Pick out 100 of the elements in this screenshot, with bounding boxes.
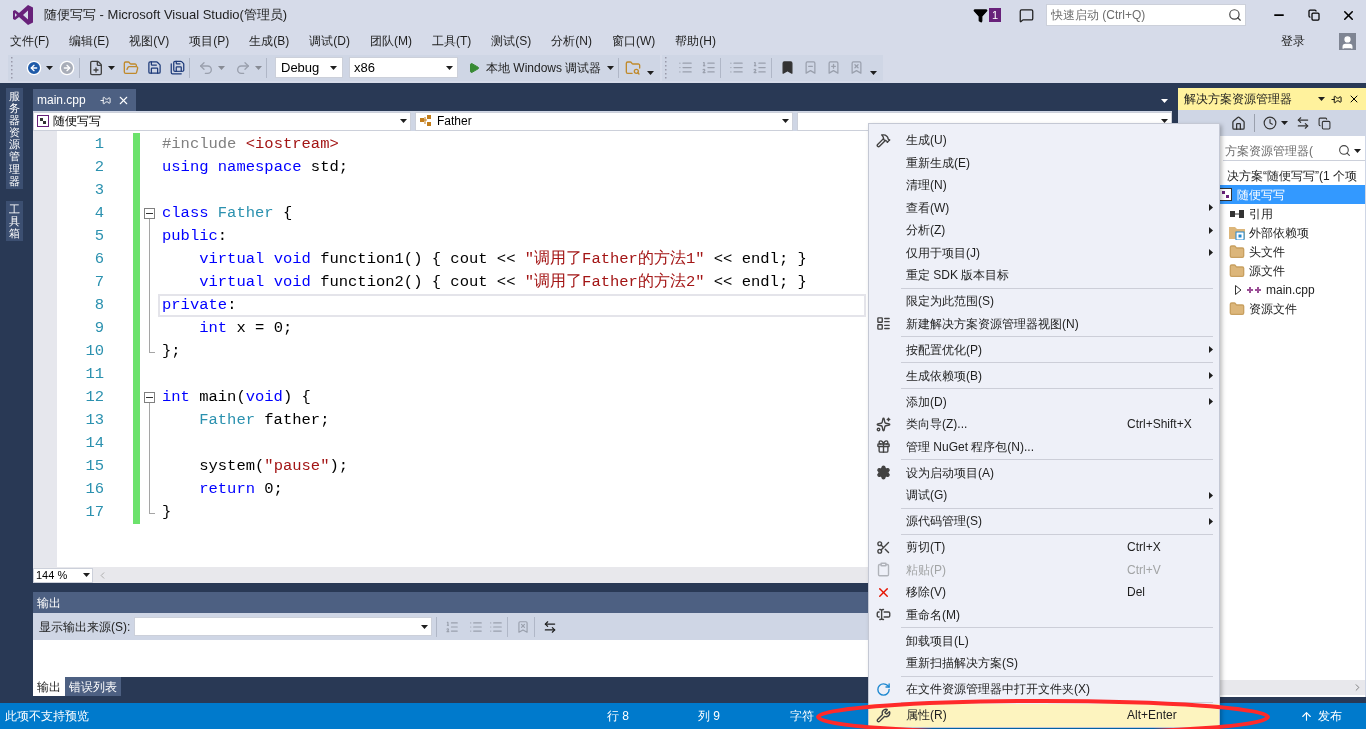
menu-item[interactable]: 剪切(T) Ctrl+X [869,536,1219,559]
caret-icon[interactable] [1161,99,1168,103]
caret-icon[interactable] [647,70,655,75]
column-indicator: 列 9 [698,708,721,725]
menu-item[interactable]: 移除(V) Del [869,581,1219,604]
zoom-dropdown[interactable]: 144 % [33,567,93,583]
caret-icon[interactable] [607,65,615,70]
code-line: }; [162,340,181,362]
search-field[interactable]: 方案资源管理器( [1223,141,1365,161]
menu-item[interactable]: 文件(F) [0,31,60,51]
pin-icon[interactable] [1331,93,1342,105]
caret-icon[interactable] [1281,121,1288,125]
collapse-icon[interactable] [143,392,155,403]
back-icon[interactable] [26,59,42,76]
caret-icon[interactable] [83,573,90,577]
menu-item[interactable]: 重命名(M) [869,603,1219,626]
caret-icon[interactable] [870,70,878,75]
code-line: virtual void function1() { cout << "调用了Father的方法1" << endl; } [198,248,807,270]
close-icon[interactable] [1348,93,1360,105]
menu-item[interactable]: 重新扫描解决方案(S) [869,652,1219,675]
publish-icon[interactable] [1300,709,1313,723]
collapse-icon[interactable] [143,208,155,219]
home-icon[interactable] [1231,115,1246,131]
menu-item[interactable]: 添加(D) [869,390,1219,413]
expand-arrow-icon[interactable] [1234,284,1242,295]
quick-launch-field[interactable]: 快速启动 (Ctrl+Q) [1046,4,1246,26]
menu-item[interactable]: 设为启动项目(A) [869,461,1219,484]
folder-icon [1229,243,1245,260]
menu-item[interactable]: 生成(U) [869,129,1219,152]
submenu-arrow-icon [1209,249,1213,257]
submenu-arrow-icon [1209,491,1213,499]
save-all-icon[interactable] [170,60,185,75]
menu-item[interactable]: 生成依赖项(B) [869,364,1219,387]
menu-item[interactable]: 测试(S) [481,31,542,51]
save-icon[interactable] [147,60,162,75]
start-debugging-button[interactable]: 本地 Windows 调试器 [468,58,602,77]
window-title: 随便写写 - Microsoft Visual Studio(管理员) [44,6,288,25]
caret-icon[interactable] [400,119,407,123]
feedback-icon[interactable] [1019,7,1034,23]
caret-icon[interactable] [421,624,429,629]
menu-item[interactable]: 视图(V) [119,31,180,51]
menu-item[interactable]: 按配置优化(P) [869,338,1219,361]
menu-item[interactable]: 重新生成(E) [869,151,1219,174]
caret-icon[interactable] [108,65,115,70]
history-icon[interactable] [1263,116,1277,130]
menu-item[interactable]: 项目(P) [179,31,240,51]
filter-icon[interactable] [972,7,988,23]
folder-icon [1229,300,1245,317]
restore-icon[interactable] [1308,9,1320,21]
menu-item[interactable]: 管理 NuGet 程序包(N)... [869,435,1219,458]
caret-icon[interactable] [1354,149,1361,153]
menu-item[interactable]: 在文件资源管理器中打开文件夹(X) [869,678,1219,701]
menu-item[interactable]: 类向导(Z)... Ctrl+Shift+X [869,413,1219,436]
caret-icon[interactable] [782,119,789,123]
collapse-all-icon[interactable] [1318,116,1331,130]
menu-item[interactable]: 调试(D) [299,31,360,51]
search-icon[interactable] [1228,8,1242,22]
menu-item[interactable]: 团队(M) [360,31,422,51]
menu-item[interactable]: 帮助(H) [665,31,726,51]
line-number: 2 [93,156,104,178]
rename-icon [875,607,891,623]
platform-dropdown[interactable]: x86 [349,57,458,78]
caret-icon[interactable] [1318,97,1325,101]
search-icon[interactable] [1338,144,1351,157]
sign-in-link[interactable]: 登录 [1281,32,1305,50]
caret-icon[interactable] [46,65,53,70]
code-line: return 0; [198,478,283,500]
class-icon [419,115,433,127]
new-item-icon[interactable] [88,59,104,76]
menu-item[interactable]: 窗口(W) [602,31,666,51]
scope-dropdown[interactable]: Father [415,111,793,131]
folder-icon [1229,262,1245,279]
menu-item[interactable]: 卸载项目(L) [869,629,1219,652]
menu-item[interactable]: 调试(G) [869,484,1219,507]
menu-item[interactable]: 编辑(E) [59,31,120,51]
word-wrap-icon[interactable] [543,619,558,634]
menu-item[interactable]: 生成(B) [239,31,300,51]
gift-icon [875,439,891,455]
references-icon [1230,209,1244,218]
grip-handle[interactable] [665,56,670,79]
caret-icon[interactable] [330,65,337,70]
menu-item[interactable]: 源代码管理(S) [869,510,1219,533]
panel-tab[interactable]: 错误列表 [65,677,121,696]
submenu-arrow-icon [1209,372,1213,380]
caret-icon[interactable] [446,65,453,70]
configuration-dropdown[interactable]: Debug [275,57,343,78]
menu-item[interactable]: 属性(R) Alt+Enter [869,704,1219,727]
avatar-icon[interactable] [1339,32,1356,50]
publish-button[interactable]: 发布 [1318,707,1342,725]
bookmark-icon[interactable] [780,60,796,75]
side-tab[interactable]: 工具箱 [5,200,23,242]
project-dropdown[interactable]: 随便写写 [33,111,411,131]
side-tab[interactable]: 服务器资源管理器 [5,88,23,189]
menu-item[interactable]: 工具(T) [422,31,482,51]
settings-icon [875,465,891,481]
file-tab[interactable]: main.cpp [33,89,136,111]
menu-item[interactable]: 分析(N) [541,31,602,51]
panel-tab[interactable]: 输出 [33,677,65,696]
sync-icon[interactable] [1296,116,1310,130]
pin-icon[interactable] [99,94,111,106]
